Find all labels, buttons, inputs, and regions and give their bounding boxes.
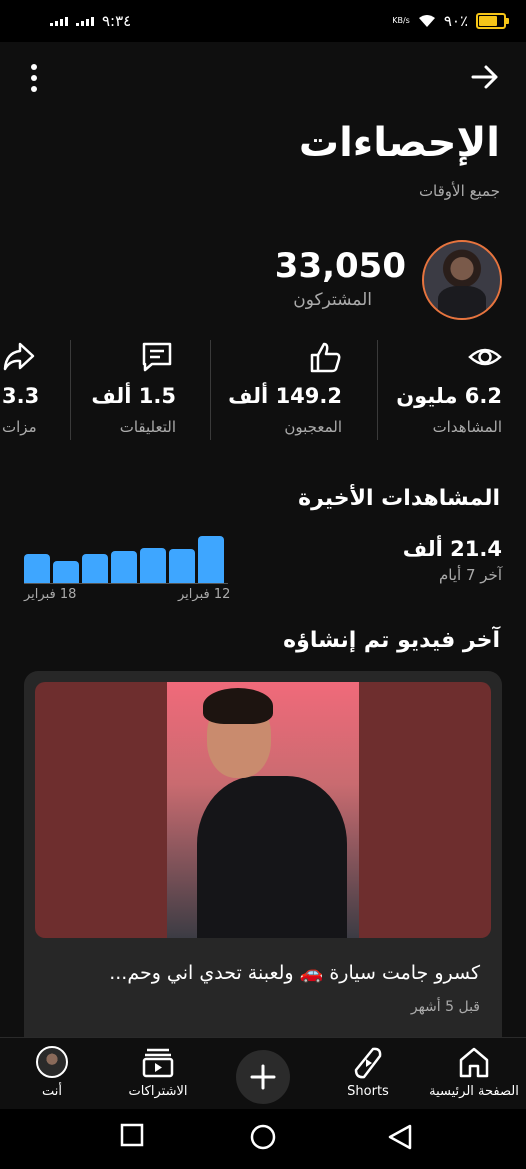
stat-comments-value: 1.5 ألف: [91, 384, 176, 408]
chart-bar: [198, 536, 224, 583]
stat-shares-value: 3.3: [2, 384, 40, 408]
recent-views-chart[interactable]: [24, 530, 228, 584]
video-thumbnail[interactable]: [35, 682, 491, 938]
subscriber-label: المشتركون: [293, 290, 372, 310]
thumbs-up-icon: [310, 342, 341, 373]
nav-you-label: أنت: [42, 1084, 62, 1099]
chart-bar: [111, 551, 137, 583]
top-bar: [0, 56, 526, 100]
video-time: قبل 5 أشهر: [410, 999, 480, 1015]
eye-icon: [468, 348, 502, 366]
nav-you[interactable]: أنت: [2, 1038, 102, 1110]
divider: [210, 340, 211, 440]
stat-views-label: المشاهدات: [432, 418, 502, 436]
nav-shorts-label: Shorts: [347, 1084, 389, 1099]
comment-icon: [142, 342, 172, 372]
chart-bar: [169, 549, 195, 583]
battery-percent: ٩٠٪: [443, 12, 468, 30]
chart-bar: [53, 561, 79, 583]
recent-views-period: آخر 7 أيام: [439, 566, 502, 584]
avatar: [36, 1046, 68, 1078]
home-circle-icon[interactable]: [249, 1123, 277, 1151]
stat-likes[interactable]: 149.2 ألف المعجبون: [212, 336, 342, 446]
stat-views[interactable]: 6.2 مليون المشاهدات: [372, 336, 502, 446]
page-title: الإحصاءات: [298, 120, 500, 166]
subscriber-count: 33,050: [274, 246, 406, 286]
status-right: KB/s ٩٠٪: [392, 12, 509, 30]
chart-axis: [24, 583, 228, 584]
latest-video-card[interactable]: كسرو جامت سيارة 🚗 ولعبنة تحدي اني وحم...…: [24, 671, 502, 1051]
back-triangle-icon[interactable]: [386, 1123, 414, 1151]
subscriptions-icon: [142, 1048, 174, 1078]
divider: [70, 340, 71, 440]
chart-bar: [140, 548, 166, 583]
shorts-icon: [354, 1047, 382, 1079]
recent-views-value: 21.4 ألف: [402, 537, 502, 561]
signal-icon-2: [76, 16, 94, 26]
photo-figure-hair: [203, 688, 273, 724]
nav-subscriptions[interactable]: الاشتراكات: [108, 1038, 208, 1110]
stat-likes-label: المعجبون: [284, 418, 342, 436]
thumbnail-photo: [167, 682, 359, 938]
nav-home-label: الصفحة الرئيسية: [429, 1084, 519, 1099]
recents-icon[interactable]: [120, 1123, 144, 1147]
recent-views-title: المشاهدات الأخيرة: [298, 486, 500, 511]
stat-comments[interactable]: 1.5 ألف التعليقات: [66, 336, 176, 446]
photo-figure-body: [197, 776, 347, 938]
create-button[interactable]: [236, 1050, 290, 1104]
nav-shorts[interactable]: Shorts: [318, 1038, 418, 1110]
plus-icon: [250, 1064, 276, 1090]
stat-shares[interactable]: 3.3 مزات: [0, 336, 60, 446]
stat-comments-label: التعليقات: [119, 418, 176, 436]
chart-bar: [82, 554, 108, 583]
chart-bar: [24, 554, 50, 583]
share-icon: [3, 342, 35, 371]
latest-video-title: آخر فيديو تم إنشاؤه: [283, 628, 500, 653]
battery-icon: [476, 13, 509, 29]
arrow-forward-icon[interactable]: [470, 62, 500, 92]
more-vert-icon[interactable]: [22, 64, 46, 92]
wifi-icon: [418, 15, 435, 27]
network-speed: KB/s: [392, 16, 410, 25]
stat-likes-value: 149.2 ألف: [228, 384, 342, 408]
signal-icon: [50, 16, 68, 26]
channel-avatar[interactable]: [422, 240, 502, 320]
nav-home[interactable]: الصفحة الرئيسية: [424, 1038, 524, 1110]
stats-row: 6.2 مليون المشاهدات 149.2 ألف المعجبون 1…: [0, 336, 526, 446]
page-subtitle: جميع الأوقات: [418, 182, 500, 200]
status-time: ٩:٣٤: [102, 12, 132, 30]
system-nav: [0, 1109, 526, 1169]
chart-end-label: 18 فبراير: [24, 587, 77, 602]
status-left: ٩:٣٤: [50, 12, 131, 30]
nav-subscriptions-label: الاشتراكات: [128, 1084, 188, 1099]
home-icon: [459, 1047, 489, 1078]
status-bar: ٩:٣٤ KB/s ٩٠٪: [0, 0, 526, 42]
chart-start-label: 12 فبراير: [178, 587, 231, 602]
bottom-nav: الصفحة الرئيسية Shorts الاشتراكات أنت: [0, 1037, 526, 1110]
stat-views-value: 6.2 مليون: [396, 384, 502, 408]
stat-shares-label: مزات: [2, 418, 37, 436]
divider: [377, 340, 378, 440]
video-title[interactable]: كسرو جامت سيارة 🚗 ولعبنة تحدي اني وحم...: [109, 961, 480, 984]
